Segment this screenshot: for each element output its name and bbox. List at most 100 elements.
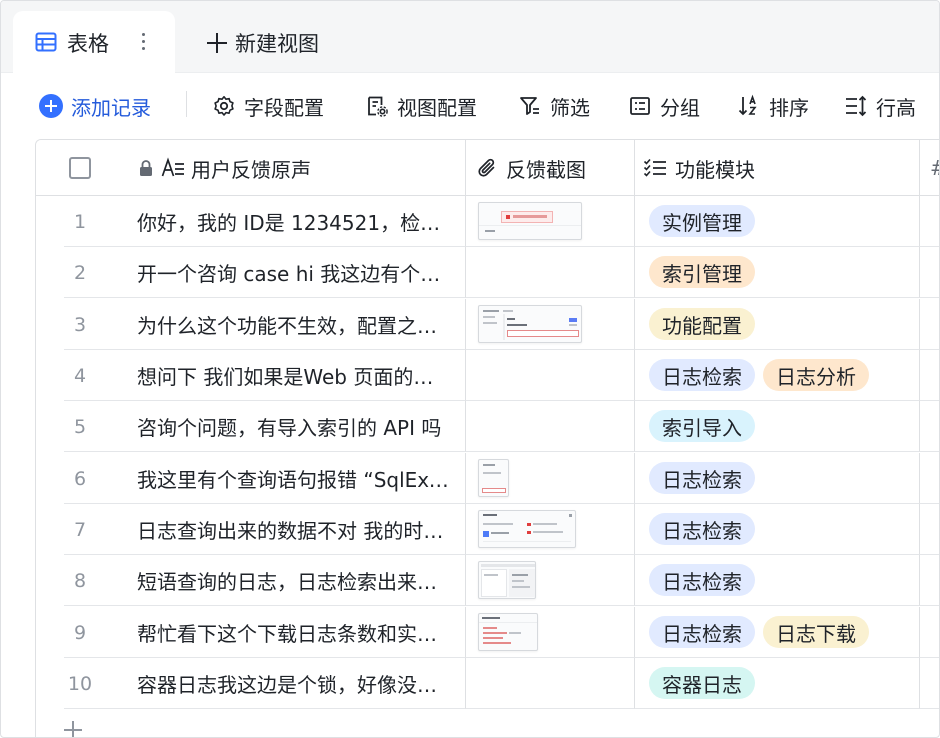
next-column-cell[interactable] bbox=[920, 350, 939, 401]
module-tag: 日志检索 bbox=[649, 462, 755, 494]
group-icon bbox=[630, 97, 650, 115]
next-column-cell[interactable] bbox=[920, 196, 939, 247]
filter-button[interactable]: 筛选 bbox=[518, 91, 590, 121]
next-column-cell[interactable] bbox=[920, 299, 939, 350]
screenshot-cell[interactable] bbox=[466, 196, 635, 247]
screenshot-cell[interactable] bbox=[466, 247, 635, 298]
module-cell[interactable]: 实例管理 bbox=[635, 196, 920, 247]
row-height-icon bbox=[846, 95, 867, 117]
module-cell[interactable]: 日志检索 bbox=[635, 555, 920, 606]
module-tag: 容器日志 bbox=[649, 667, 755, 699]
table-row[interactable]: 4 想问下 我们如果是Web 页面的日志要怎么接入 日志检索日志分析 bbox=[36, 350, 939, 401]
module-cell[interactable]: 日志检索 bbox=[635, 453, 920, 504]
screenshot-cell[interactable] bbox=[466, 350, 635, 401]
feedback-cell[interactable]: 帮忙看下这个下载日志条数和实际的不一致 bbox=[124, 607, 466, 658]
feedback-cell[interactable]: 咨询个问题，有导入索引的 API 吗 bbox=[124, 401, 466, 452]
feedback-cell[interactable]: 你好，我的 ID是 1234521，检测到实例异常告警，想确认一下原因 bbox=[124, 196, 466, 247]
feedback-cell[interactable]: 容器日志我这边是个锁，好像没有权限查看 bbox=[124, 658, 466, 709]
module-tag: 日志分析 bbox=[763, 359, 869, 391]
table-row[interactable]: 5 咨询个问题，有导入索引的 API 吗 索引导入 bbox=[36, 401, 939, 452]
screenshot-thumbnail[interactable] bbox=[478, 510, 576, 548]
feedback-text: 我这里有个查询语句报错 “SqlException” 是什么问题 bbox=[137, 467, 451, 492]
module-tag: 日志检索 bbox=[649, 359, 755, 391]
screenshot-cell[interactable] bbox=[466, 453, 635, 504]
feedback-cell[interactable]: 为什么这个功能不生效，配置之后没有任何变化 bbox=[124, 299, 466, 350]
table-row[interactable]: 7 日志查询出来的数据不对 我的时间范围是最近一小时 日志检索 bbox=[36, 504, 939, 555]
screenshot-cell[interactable] bbox=[466, 555, 635, 606]
row-index: 2 bbox=[73, 261, 87, 284]
module-tag: 索引管理 bbox=[649, 256, 755, 288]
group-button[interactable]: 分组 bbox=[628, 91, 700, 121]
screenshot-cell[interactable] bbox=[466, 504, 635, 555]
feedback-text: 你好，我的 ID是 1234521，检测到实例异常告警，想确认一下原因 bbox=[137, 210, 451, 235]
module-cell[interactable]: 日志检索 日志下载 bbox=[635, 607, 920, 658]
screenshot-thumbnail[interactable] bbox=[478, 305, 582, 343]
next-column-cell[interactable] bbox=[920, 504, 939, 555]
screenshot-thumbnail[interactable] bbox=[478, 613, 538, 651]
add-record-button[interactable]: 添加记录 bbox=[39, 91, 151, 121]
screenshot-thumbnail[interactable] bbox=[478, 202, 582, 240]
screenshot-cell[interactable] bbox=[466, 299, 635, 350]
screenshot-cell[interactable] bbox=[466, 607, 635, 658]
row-index: 9 bbox=[73, 621, 87, 644]
feedback-cell[interactable]: 开一个咨询 case hi 我这边有个问题想请教一下 bbox=[124, 247, 466, 298]
new-view-button[interactable]: 新建视图 bbox=[207, 28, 319, 58]
feedback-cell[interactable]: 我这里有个查询语句报错 “SqlException” 是什么问题 bbox=[124, 453, 466, 504]
module-cell[interactable]: 功能配置 bbox=[635, 299, 920, 350]
screenshot-thumbnail[interactable] bbox=[478, 459, 509, 497]
view-config-button[interactable]: 视图配置 bbox=[365, 91, 477, 121]
view-settings-icon bbox=[368, 96, 388, 117]
module-cell[interactable]: 索引导入 bbox=[635, 401, 920, 452]
toolbar-divider bbox=[186, 91, 187, 117]
sort-label: 排序 bbox=[769, 95, 809, 120]
module-tag: 日志检索 bbox=[649, 564, 755, 596]
next-column-cell[interactable] bbox=[920, 453, 939, 504]
sort-button[interactable]: 排序 bbox=[737, 91, 809, 121]
field-config-label: 字段配置 bbox=[244, 95, 324, 120]
feedback-text: 短语查询的日志，日志检索出来的结果不符合预期 bbox=[137, 569, 451, 594]
feedback-cell[interactable]: 想问下 我们如果是Web 页面的日志要怎么接入 bbox=[124, 350, 466, 401]
feedback-cell[interactable]: 日志查询出来的数据不对 我的时间范围是最近一小时 bbox=[124, 504, 466, 555]
column-header-next[interactable]: # bbox=[920, 140, 939, 196]
feedback-text: 开一个咨询 case hi 我这边有个问题想请教一下 bbox=[137, 261, 451, 286]
tab-grid-view[interactable]: 表格 bbox=[13, 11, 175, 73]
add-row-plus-icon[interactable] bbox=[63, 719, 83, 737]
module-tag: 功能配置 bbox=[649, 308, 755, 340]
select-all-cell bbox=[36, 140, 124, 196]
row-height-button[interactable]: 行高 bbox=[844, 91, 916, 121]
table-header: 用户反馈原声 反馈截图 功能模块 # bbox=[36, 140, 939, 196]
feedback-text: 容器日志我这边是个锁，好像没有权限查看 bbox=[137, 672, 451, 697]
new-view-label: 新建视图 bbox=[235, 32, 319, 56]
module-tag: 日志检索 bbox=[649, 513, 755, 545]
next-column-cell[interactable] bbox=[920, 247, 939, 298]
table-row[interactable]: 2 开一个咨询 case hi 我这边有个问题想请教一下 索引管理 bbox=[36, 247, 939, 298]
column-header-screenshot[interactable]: 反馈截图 bbox=[466, 140, 635, 196]
next-column-cell[interactable] bbox=[920, 401, 939, 452]
table-row[interactable]: 1 你好，我的 ID是 1234521，检测到实例异常告警，想确认一下原因 实例管理 bbox=[36, 196, 939, 247]
column-header-feedback[interactable]: 用户反馈原声 bbox=[124, 140, 466, 196]
next-column-cell[interactable] bbox=[920, 555, 939, 606]
filter-icon bbox=[520, 97, 539, 115]
next-column-cell[interactable] bbox=[920, 658, 939, 709]
table-row[interactable]: 6 我这里有个查询语句报错 “SqlException” 是什么问题 日志检索 bbox=[36, 453, 939, 504]
select-all-checkbox[interactable] bbox=[69, 157, 91, 179]
screenshot-thumbnail[interactable] bbox=[478, 561, 536, 599]
table-row[interactable]: 9 帮忙看下这个下载日志条数和实际的不一致 日志检索日志下载 bbox=[36, 607, 939, 658]
module-cell[interactable]: 容器日志 bbox=[635, 658, 920, 709]
column-header-module[interactable]: 功能模块 bbox=[635, 140, 920, 196]
feedback-cell[interactable]: 短语查询的日志，日志检索出来的结果不符合预期 bbox=[124, 555, 466, 606]
number-field-icon: # bbox=[930, 156, 939, 180]
table-row[interactable]: 10 容器日志我这边是个锁，好像没有权限查看 容器日志 bbox=[36, 658, 939, 709]
data-table: 用户反馈原声 反馈截图 功能模块 # bbox=[35, 139, 939, 737]
screenshot-cell[interactable] bbox=[466, 658, 635, 709]
module-cell[interactable]: 日志检索 日志分析 bbox=[635, 350, 920, 401]
module-cell[interactable]: 日志检索 bbox=[635, 504, 920, 555]
feedback-text: 为什么这个功能不生效，配置之后没有任何变化 bbox=[137, 313, 451, 338]
screenshot-cell[interactable] bbox=[466, 401, 635, 452]
module-cell[interactable]: 索引管理 bbox=[635, 247, 920, 298]
more-icon[interactable] bbox=[135, 26, 151, 56]
table-row[interactable]: 8 短语查询的日志，日志检索出来的结果不符合预期 日志检索 bbox=[36, 555, 939, 606]
next-column-cell[interactable] bbox=[920, 607, 939, 658]
field-config-button[interactable]: 字段配置 bbox=[212, 91, 324, 121]
table-row[interactable]: 3 为什么这个功能不生效，配置之后没有任何变化 功能配置 bbox=[36, 299, 939, 350]
